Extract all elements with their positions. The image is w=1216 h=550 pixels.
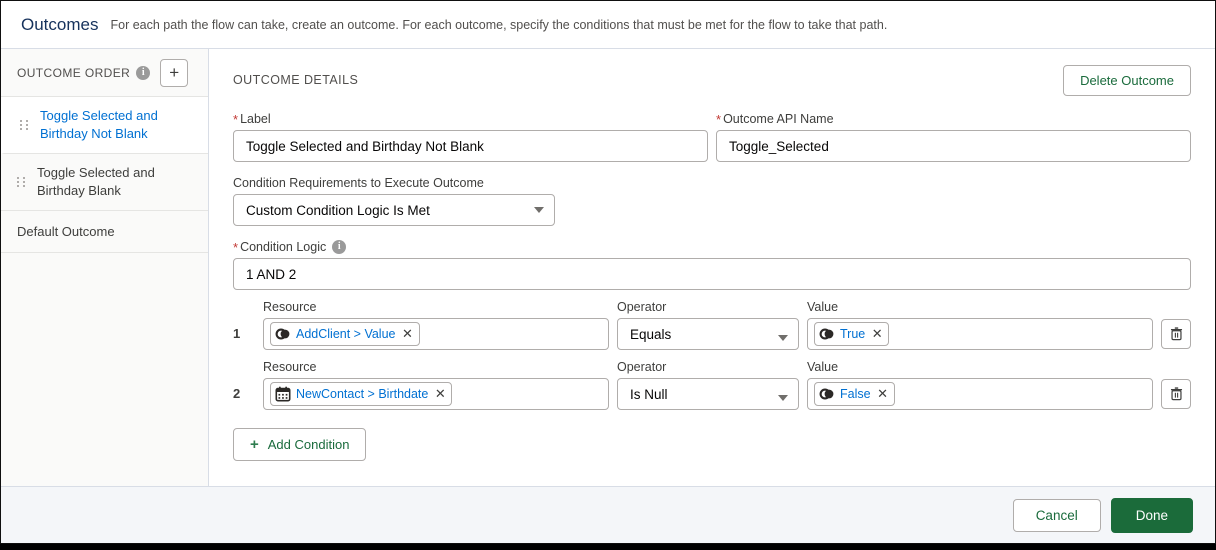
screen: Outcomes For each path the flow can take…	[0, 0, 1216, 550]
details-section-title: OUTCOME DETAILS	[233, 73, 359, 87]
condition-logic-group: * Condition Logic i	[233, 240, 1191, 290]
operator-select[interactable]: Equals	[617, 318, 799, 350]
sidebar-header: OUTCOME ORDER i +	[1, 49, 208, 97]
required-marker: *	[716, 111, 722, 127]
delete-condition-button[interactable]	[1161, 319, 1191, 349]
value-column-header: Value	[807, 360, 839, 374]
sidebar-item-label: Toggle Selected and Birthday Not Blank	[40, 108, 158, 141]
close-icon[interactable]: ✕	[434, 387, 446, 400]
sidebar-filler	[1, 253, 208, 486]
value-pill[interactable]: True ✕	[814, 322, 890, 346]
sidebar-heading: OUTCOME ORDER	[17, 65, 131, 80]
condition-requirements-group: Condition Requirements to Execute Outcom…	[233, 176, 1191, 226]
done-button[interactable]: Done	[1110, 497, 1193, 533]
outcome-details-pane: OUTCOME DETAILS Delete Outcome * Label T…	[209, 49, 1215, 486]
delete-condition-button[interactable]	[1161, 379, 1191, 409]
plus-icon: +	[250, 436, 259, 453]
info-icon[interactable]: i	[332, 240, 347, 254]
label-field-label: * Label	[233, 112, 708, 126]
resource-combobox[interactable]: NewContact > Birthdate ✕	[263, 378, 609, 410]
required-marker: *	[233, 111, 239, 127]
condition-number: 2	[233, 386, 241, 401]
value-combobox[interactable]: True ✕	[807, 318, 1153, 350]
condition-logic-text: Condition Logic	[240, 240, 327, 254]
condition-row: 2 Resource NewContact > Birthdate ✕ Oper…	[233, 360, 1191, 410]
sidebar-item-outcome-2[interactable]: Toggle Selected and Birthday Blank	[1, 154, 208, 211]
page-subtitle: For each path the flow can take, create …	[110, 17, 888, 32]
condition-value-group: Value True ✕	[807, 300, 1153, 350]
outcomes-modal: Outcomes For each path the flow can take…	[0, 0, 1216, 544]
required-marker: *	[233, 239, 239, 255]
add-outcome-button[interactable]: +	[160, 58, 189, 87]
resource-column-header: Resource	[263, 300, 317, 314]
operator-column-header: Operator	[617, 300, 667, 314]
value-column-header: Value	[807, 300, 839, 314]
condition-requirements-select-wrap: Custom Condition Logic Is Met	[233, 194, 555, 226]
sidebar-item-label: Toggle Selected and Birthday Blank	[37, 165, 155, 198]
outcome-order-sidebar: OUTCOME ORDER i + Toggle Selected and Bi…	[1, 49, 209, 486]
modal-header: Outcomes For each path the flow can take…	[1, 1, 1215, 49]
add-condition-label: Add Condition	[267, 437, 350, 452]
value-pill[interactable]: False ✕	[814, 382, 895, 406]
delete-outcome-button[interactable]: Delete Outcome	[1063, 65, 1191, 96]
resource-pill[interactable]: NewContact > Birthdate ✕	[270, 382, 453, 406]
modal-body: OUTCOME ORDER i + Toggle Selected and Bi…	[1, 49, 1215, 487]
condition-requirements-select[interactable]: Custom Condition Logic Is Met	[233, 194, 555, 226]
modal-footer: Cancel Done	[1, 487, 1215, 543]
name-fields-row: * Label * Outcome API Name	[233, 112, 1191, 162]
close-icon[interactable]: ✕	[877, 387, 889, 400]
value-pill-label: False	[840, 387, 871, 401]
close-icon[interactable]: ✕	[871, 327, 883, 340]
resource-pill[interactable]: AddClient > Value ✕	[270, 322, 420, 346]
toggle-icon	[819, 326, 835, 342]
condition-logic-label: * Condition Logic i	[233, 240, 1191, 254]
sidebar-item-default-outcome[interactable]: Default Outcome	[1, 211, 208, 253]
page-title: Outcomes	[21, 14, 99, 34]
trash-icon	[1170, 387, 1182, 401]
operator-select[interactable]: Is Null	[617, 378, 799, 410]
condition-requirements-label: Condition Requirements to Execute Outcom…	[233, 176, 484, 190]
calendar-icon	[275, 386, 291, 402]
condition-operator-group: Operator Is Null	[617, 360, 799, 410]
api-name-input[interactable]	[716, 130, 1191, 162]
close-icon[interactable]: ✕	[402, 327, 414, 340]
api-name-text: Outcome API Name	[723, 112, 834, 126]
info-icon[interactable]: i	[136, 65, 151, 80]
add-condition-button[interactable]: + Add Condition	[233, 428, 367, 461]
cancel-button[interactable]: Cancel	[1012, 498, 1101, 532]
trash-icon	[1170, 327, 1182, 341]
condition-number: 1	[233, 326, 241, 341]
background-bottom-line	[0, 544, 1216, 550]
condition-operator-group: Operator Equals	[617, 300, 799, 350]
value-combobox[interactable]: False ✕	[807, 378, 1153, 410]
condition-resource-group: Resource NewContact > Birthdate ✕	[263, 360, 609, 410]
api-name-field-label: * Outcome API Name	[716, 112, 1191, 126]
resource-combobox[interactable]: AddClient > Value ✕	[263, 318, 609, 350]
label-field-group: * Label	[233, 112, 708, 162]
resource-column-header: Resource	[263, 360, 317, 374]
label-input[interactable]	[233, 130, 708, 162]
toggle-icon	[819, 386, 835, 402]
sidebar-item-outcome-1[interactable]: Toggle Selected and Birthday Not Blank	[1, 97, 208, 154]
condition-resource-group: Resource AddClient > Value ✕	[263, 300, 609, 350]
condition-logic-input[interactable]	[233, 258, 1191, 290]
condition-row: 1 Resource AddClient > Value ✕ Operator …	[233, 300, 1191, 350]
details-header: OUTCOME DETAILS Delete Outcome	[233, 65, 1191, 96]
api-name-field-group: * Outcome API Name	[716, 112, 1191, 162]
condition-value-group: Value False ✕	[807, 360, 1153, 410]
drag-handle-icon[interactable]	[18, 120, 30, 130]
toggle-icon	[275, 326, 291, 342]
drag-handle-icon[interactable]	[15, 177, 27, 187]
label-text: Label	[240, 112, 271, 126]
resource-pill-label: AddClient > Value	[296, 327, 396, 341]
resource-pill-label: NewContact > Birthdate	[296, 387, 429, 401]
operator-column-header: Operator	[617, 360, 667, 374]
value-pill-label: True	[840, 327, 866, 341]
